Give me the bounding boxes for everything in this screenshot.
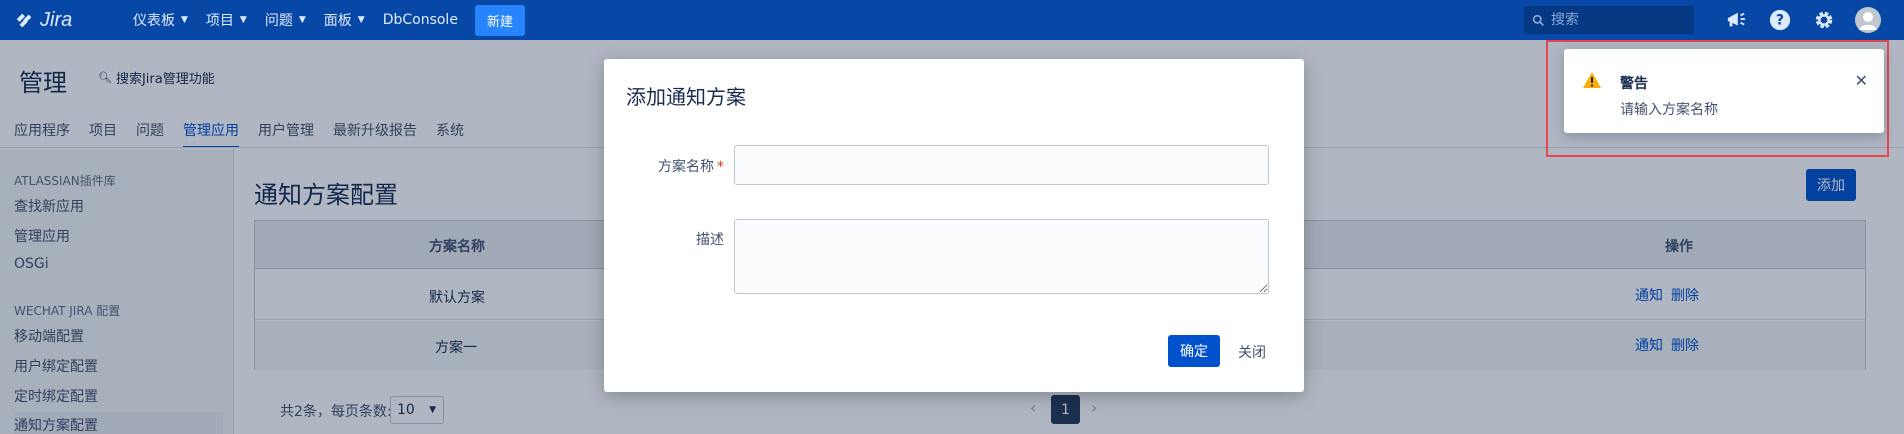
search-input[interactable]	[1551, 12, 1681, 28]
menu-label: 项目	[205, 13, 234, 29]
confirm-button[interactable]: 确定	[1168, 335, 1220, 367]
menu-boards[interactable]: 面板 ▼	[315, 0, 374, 40]
menu-issues[interactable]: 问题 ▼	[256, 0, 315, 40]
close-icon[interactable]: ✕	[1855, 71, 1868, 90]
add-scheme-dialog: 添加通知方案 方案名称 * 描述 确定 关闭	[604, 59, 1304, 392]
avatar-icon[interactable]	[1846, 0, 1890, 40]
megaphone-icon[interactable]	[1714, 0, 1758, 40]
menu-label: 仪表板	[133, 13, 175, 29]
top-right-tools: ?	[1524, 0, 1904, 40]
scheme-name-label: 方案名称 *	[614, 156, 724, 176]
logo-text: Jira	[40, 8, 73, 31]
help-icon[interactable]: ?	[1758, 0, 1802, 40]
create-button[interactable]: 新建	[474, 4, 525, 36]
scheme-name-input[interactable]	[734, 145, 1269, 185]
flag-title: 警告	[1620, 76, 1648, 92]
warning-icon	[1583, 72, 1601, 88]
search-icon	[1532, 14, 1544, 26]
global-search[interactable]	[1524, 6, 1694, 34]
required-mark: *	[717, 159, 724, 175]
menu-label: 问题	[264, 13, 293, 29]
jira-logo[interactable]: Jira	[14, 9, 110, 32]
chevron-down-icon: ▼	[181, 15, 188, 25]
menu-projects[interactable]: 项目 ▼	[197, 0, 256, 40]
menu-dashboards[interactable]: 仪表板 ▼	[124, 0, 197, 40]
main-menu: 仪表板 ▼ 项目 ▼ 问题 ▼ 面板 ▼ DbConsole 新建	[124, 0, 525, 40]
gear-icon[interactable]	[1802, 0, 1846, 40]
chevron-down-icon: ▼	[298, 15, 306, 25]
scheme-name-label-text: 方案名称	[658, 159, 714, 175]
warning-flag: 警告 请输入方案名称 ✕	[1564, 49, 1884, 133]
description-textarea[interactable]	[734, 219, 1269, 294]
dialog-title: 添加通知方案	[626, 85, 746, 109]
menu-dbconsole[interactable]: DbConsole	[374, 0, 467, 40]
menu-label: 面板	[323, 13, 352, 29]
menu-label: DbConsole	[382, 12, 458, 28]
chevron-down-icon: ▼	[357, 15, 365, 25]
chevron-down-icon: ▼	[239, 15, 247, 25]
top-navigation-bar: Jira 仪表板 ▼ 项目 ▼ 问题 ▼ 面板 ▼ DbConsole 新建 ?	[0, 0, 1904, 40]
description-label: 描述	[696, 232, 724, 248]
flag-message: 请输入方案名称	[1620, 102, 1718, 118]
jira-logo-icon	[16, 13, 32, 28]
svg-text:?: ?	[1776, 13, 1784, 29]
close-button[interactable]: 关闭	[1238, 342, 1266, 362]
